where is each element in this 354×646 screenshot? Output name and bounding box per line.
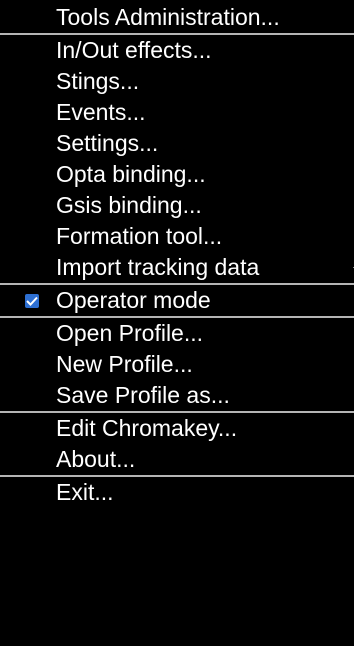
menu-item-label: Formation tool... [56, 223, 223, 249]
context-menu: Tools Administration... In/Out effects..… [0, 0, 354, 646]
menu-item-label: Settings... [56, 130, 159, 156]
menu-item-edit-chromakey[interactable]: Edit Chromakey... [0, 413, 354, 444]
menu-item-label: Gsis binding... [56, 192, 202, 218]
menu-item-save-profile-as[interactable]: Save Profile as... [0, 380, 354, 411]
menu-item-about[interactable]: About... [0, 444, 354, 475]
menu-item-label: Import tracking data [56, 254, 260, 280]
menu-item-label: Stings... [56, 68, 140, 94]
menu-item-events[interactable]: Events... [0, 97, 354, 128]
menu-item-stings[interactable]: Stings... [0, 66, 354, 97]
menu-item-tools-administration[interactable]: Tools Administration... [0, 2, 354, 33]
menu-item-label: Events... [56, 99, 146, 125]
menu-item-gsis-binding[interactable]: Gsis binding... [0, 190, 354, 221]
menu-item-label: Open Profile... [56, 320, 204, 346]
menu-item-import-tracking-data[interactable]: Import tracking data [0, 252, 354, 283]
menu-item-label: In/Out effects... [56, 37, 212, 63]
menu-item-new-profile[interactable]: New Profile... [0, 349, 354, 380]
menu-item-label: Opta binding... [56, 161, 206, 187]
menu-item-in-out-effects[interactable]: In/Out effects... [0, 35, 354, 66]
menu-item-label: Edit Chromakey... [56, 415, 238, 441]
menu-item-label: Save Profile as... [56, 382, 230, 408]
menu-item-exit[interactable]: Exit... [0, 477, 354, 508]
menu-item-operator-mode[interactable]: Operator mode [0, 285, 354, 316]
menu-item-formation-tool[interactable]: Formation tool... [0, 221, 354, 252]
menu-item-label: Tools Administration... [56, 4, 280, 30]
menu-item-opta-binding[interactable]: Opta binding... [0, 159, 354, 190]
checkmark-icon [25, 294, 39, 308]
menu-item-label: Operator mode [56, 287, 211, 313]
menu-item-settings[interactable]: Settings... [0, 128, 354, 159]
menu-item-label: New Profile... [56, 351, 193, 377]
menu-item-open-profile[interactable]: Open Profile... [0, 318, 354, 349]
menu-item-label: Exit... [56, 479, 114, 505]
menu-item-label: About... [56, 446, 136, 472]
